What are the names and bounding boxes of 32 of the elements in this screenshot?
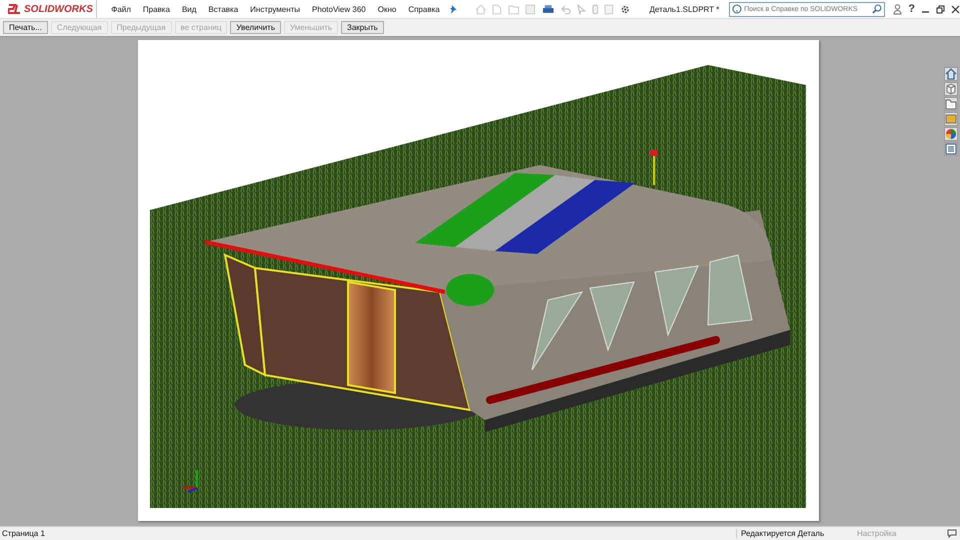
menu-item[interactable]: PhotoView 360 bbox=[306, 2, 372, 16]
logo-text: SOLIDWORKS bbox=[24, 4, 93, 14]
image-icon[interactable] bbox=[944, 112, 958, 126]
close-icon[interactable] bbox=[951, 4, 960, 14]
print-icon[interactable] bbox=[542, 4, 554, 14]
pin-icon[interactable] bbox=[448, 4, 458, 14]
menu-item[interactable]: Окно bbox=[372, 2, 402, 16]
chat-icon[interactable] bbox=[947, 529, 957, 538]
color-wheel-icon[interactable] bbox=[944, 127, 958, 141]
user-icon[interactable] bbox=[893, 4, 902, 14]
toolbar-button[interactable]: Закрыть bbox=[341, 21, 384, 34]
edit-mode-status: Редактируется Деталь bbox=[736, 529, 835, 538]
home-icon[interactable] bbox=[944, 67, 958, 81]
menu-item[interactable]: Справка bbox=[402, 2, 446, 16]
restore-icon[interactable] bbox=[936, 4, 945, 14]
menu-item[interactable]: Вид bbox=[176, 2, 202, 16]
help-button[interactable]: ? bbox=[908, 3, 915, 15]
toolbar-button[interactable]: Печать... bbox=[3, 21, 48, 34]
cube-icon[interactable] bbox=[944, 82, 958, 96]
search-icon[interactable] bbox=[872, 4, 882, 14]
logo-icon bbox=[8, 3, 22, 15]
axis-triad-icon bbox=[183, 470, 198, 493]
help-icon bbox=[732, 4, 742, 14]
document-title: Деталь1.SLDPRT * bbox=[650, 4, 720, 14]
menu-item[interactable]: Правка bbox=[136, 2, 176, 16]
toolbar-button[interactable]: Увеличить bbox=[230, 21, 282, 34]
menu-item[interactable]: Инструменты bbox=[244, 2, 306, 16]
menu-item[interactable]: Файл bbox=[105, 2, 137, 16]
folder-icon[interactable] bbox=[944, 97, 958, 111]
settings-icon[interactable] bbox=[620, 4, 631, 14]
menu-item[interactable]: Вставка bbox=[202, 2, 244, 16]
page-number: Страница 1 bbox=[1, 529, 46, 538]
